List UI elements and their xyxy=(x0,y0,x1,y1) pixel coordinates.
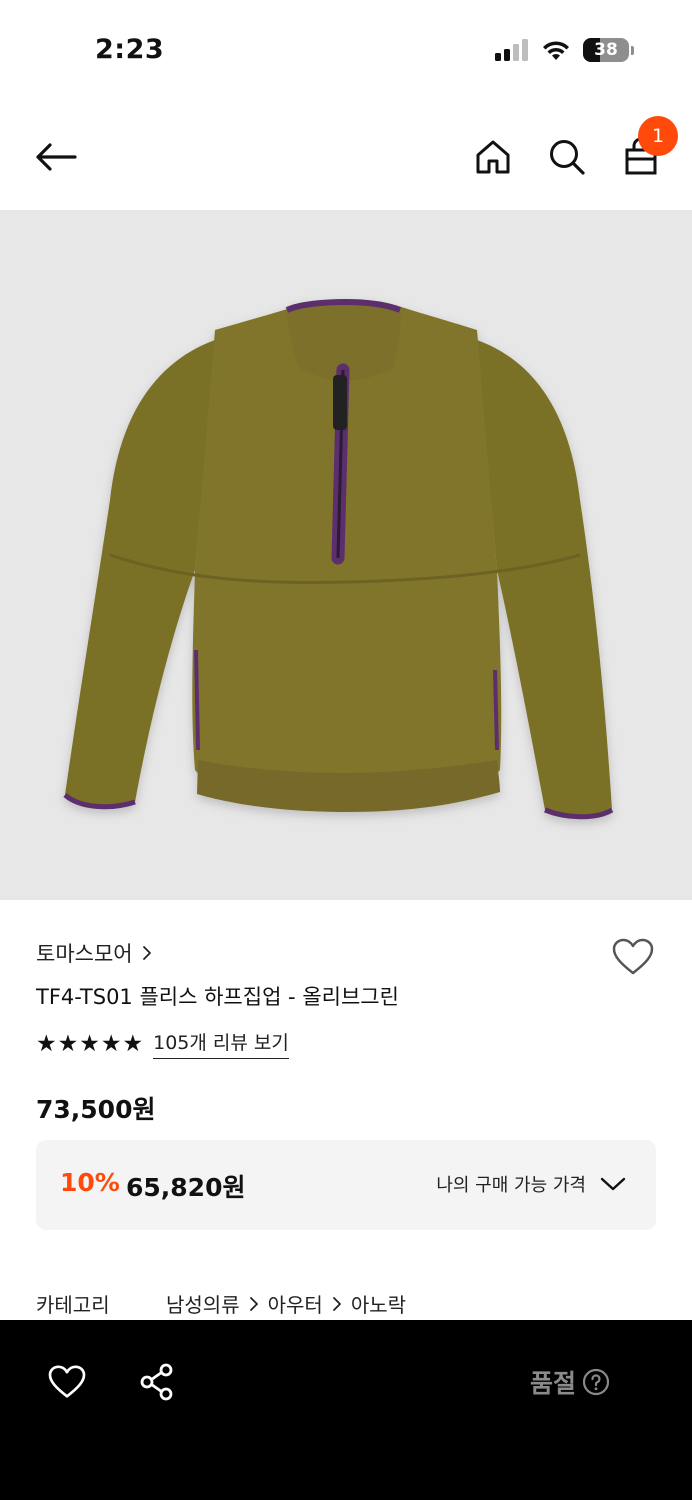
category-label: 카테고리 xyxy=(36,1293,110,1317)
category-breadcrumb: 남성의류 아우터 아노락 xyxy=(166,1289,406,1318)
top-navigation: 1 xyxy=(0,100,692,210)
search-icon xyxy=(550,140,585,175)
bottom-wishlist-button[interactable] xyxy=(44,1360,90,1404)
soldout-text: 품절 xyxy=(530,1369,577,1398)
rating-stars: ★ ★ ★ ★ ★ xyxy=(36,1031,143,1057)
back-button[interactable] xyxy=(30,134,82,180)
back-arrow-icon xyxy=(36,143,77,171)
star-icon: ★ xyxy=(79,1030,100,1057)
star-icon: ★ xyxy=(57,1030,79,1057)
battery-icon: 38 xyxy=(583,38,629,62)
wifi-icon xyxy=(543,41,569,60)
star-icon: ★ xyxy=(100,1030,122,1057)
star-icon: ★ xyxy=(36,1030,57,1057)
my-price-dropdown[interactable]: 나의 구매 가능 가격 xyxy=(436,1171,626,1197)
category-row: 카테고리 남성의류 아우터 아노락 xyxy=(36,1289,406,1318)
product-title: TF4-TS01 플리스 하프집업 - 올리브그린 xyxy=(36,985,399,1009)
chevron-right-icon xyxy=(248,1295,260,1313)
chevron-down-icon xyxy=(600,1177,626,1191)
brand-link[interactable]: 토마스모어 xyxy=(36,938,153,968)
share-icon xyxy=(140,1363,173,1401)
category-crumb[interactable]: 남성의류 xyxy=(166,1289,240,1318)
discount-price: 65,820원 xyxy=(126,1173,246,1202)
discount-panel: 10% 65,820원 나의 구매 가능 가격 xyxy=(36,1140,656,1230)
category-crumb[interactable]: 아우터 xyxy=(268,1289,323,1318)
reviews-link[interactable]: 105개 리뷰 보기 xyxy=(153,1028,289,1059)
star-icon: ★ xyxy=(122,1030,144,1057)
wishlist-button[interactable] xyxy=(608,934,658,980)
home-icon xyxy=(476,140,510,174)
heart-outline-icon xyxy=(612,938,654,975)
my-price-label: 나의 구매 가능 가격 xyxy=(436,1175,586,1196)
original-price: 73,500원 xyxy=(36,1095,156,1124)
category-crumb[interactable]: 아노락 xyxy=(351,1289,406,1318)
product-image[interactable] xyxy=(0,210,692,900)
battery-level: 38 xyxy=(594,40,618,60)
search-button[interactable] xyxy=(544,134,590,180)
rating-row: ★ ★ ★ ★ ★ 105개 리뷰 보기 xyxy=(36,1028,289,1059)
status-time: 2:23 xyxy=(95,34,165,65)
heart-outline-icon xyxy=(48,1365,86,1398)
soldout-status: 품절 xyxy=(530,1364,610,1400)
chevron-right-icon xyxy=(142,946,151,960)
cellular-signal-icon xyxy=(495,39,528,61)
cart-count-badge: 1 xyxy=(638,116,678,156)
status-indicators: 38 xyxy=(495,38,634,62)
status-bar: 2:23 38 xyxy=(0,0,692,100)
bottom-action-bar: 품절 xyxy=(0,1320,692,1500)
fleece-jacket-image xyxy=(63,298,614,820)
share-button[interactable] xyxy=(134,1360,180,1404)
discount-rate: 10% xyxy=(60,1168,120,1197)
brand-name: 토마스모어 xyxy=(36,942,133,966)
home-button[interactable] xyxy=(470,134,516,180)
chevron-right-icon xyxy=(331,1295,343,1313)
help-circle-icon[interactable] xyxy=(582,1368,610,1396)
